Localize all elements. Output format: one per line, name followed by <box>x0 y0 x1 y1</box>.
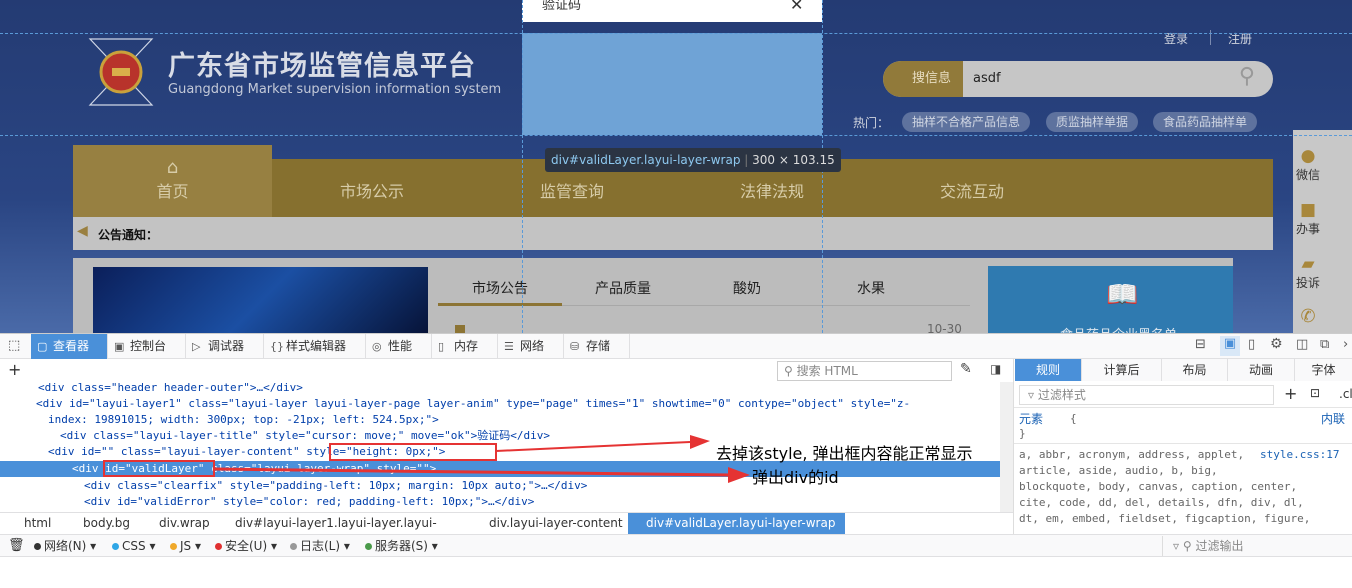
annotation-arrow <box>495 441 691 452</box>
annotation-id-note: 弹出div的id <box>752 468 839 487</box>
annotation-style-note: 去掉该style, 弹出框内容能正常显示 <box>716 444 973 463</box>
annotation-box-id <box>103 460 215 477</box>
annotation-arrow <box>213 467 731 477</box>
arrow-head <box>690 435 710 449</box>
arrow-head <box>728 467 750 483</box>
annotation-box-style <box>329 443 497 461</box>
annotation-overlay <box>103 435 750 483</box>
